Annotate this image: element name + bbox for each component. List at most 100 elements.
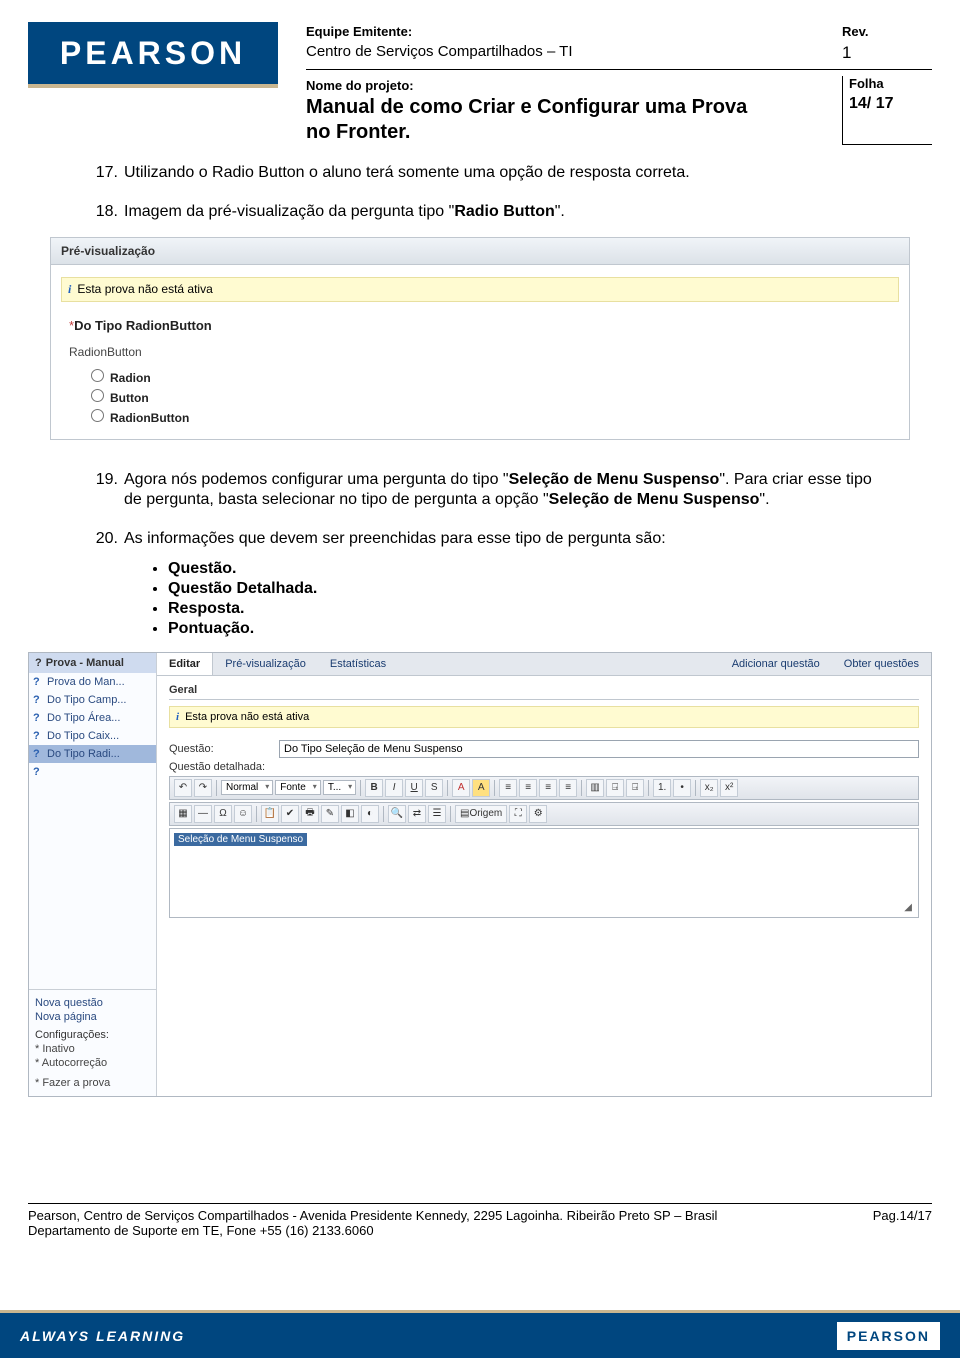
notice-banner: i Esta prova não está ativa <box>169 706 919 728</box>
emoji-icon[interactable]: ☺ <box>234 805 252 823</box>
paste-icon[interactable]: ✔ <box>281 805 299 823</box>
bold-icon[interactable]: B <box>365 779 383 797</box>
footer-page: Pag.14/17 <box>852 1208 932 1223</box>
align-just-icon[interactable]: ≡ <box>559 779 577 797</box>
align-left-icon[interactable]: ≡ <box>499 779 517 797</box>
dropdown-field[interactable]: Seleção de Menu Suspenso <box>174 833 307 846</box>
side-header: ? Prova - Manual <box>29 653 156 673</box>
list-ul-icon[interactable]: • <box>673 779 691 797</box>
pearson-logo-small: PEARSON <box>837 1322 940 1350</box>
format-dropdown[interactable]: Normal <box>221 780 273 795</box>
size-dropdown[interactable]: T... <box>323 780 356 795</box>
bullet-item: Pontuação. <box>168 620 932 638</box>
tab-estat[interactable]: Estatísticas <box>318 653 398 675</box>
item-20-num: 20. <box>88 529 124 550</box>
sidebar-item[interactable]: Do Tipo Caix... <box>29 727 156 745</box>
bgcolor-icon[interactable]: A <box>472 779 490 797</box>
item-18-num: 18. <box>88 202 124 223</box>
sup-icon[interactable]: x² <box>720 779 738 797</box>
spell-icon[interactable]: ✎ <box>321 805 339 823</box>
item-18-text: Imagem da pré-visualização da pergunta t… <box>124 202 932 223</box>
sub-icon[interactable]: x₂ <box>700 779 718 797</box>
info-icon: i <box>68 282 71 297</box>
editor-toolbar-2: ▦ — Ω ☺ 📋 ✔ 🖶 ✎ ◧ ◐ 🔍 ⇄ ☰ ▤ Origem <box>169 802 919 826</box>
paste-icon[interactable]: 📋 <box>261 805 279 823</box>
replace-icon[interactable]: ⇄ <box>408 805 426 823</box>
list-ol-icon[interactable]: 1. <box>653 779 671 797</box>
sidebar-item[interactable]: Prova do Man... <box>29 673 156 691</box>
screenshot-prev: Pré-visualização i Esta prova não está a… <box>50 237 910 440</box>
get-questions-link[interactable]: Obter questões <box>832 653 931 675</box>
symbol-icon[interactable]: Ω <box>214 805 232 823</box>
question-label: Questão: <box>169 743 279 755</box>
info-icon: i <box>176 711 179 723</box>
nova-questao-link[interactable]: Nova questão <box>35 996 150 1010</box>
sidebar-item[interactable]: Do Tipo Radi... <box>29 745 156 763</box>
align-center-icon[interactable]: ≡ <box>519 779 537 797</box>
footer-addr: Pearson, Centro de Serviços Compartilhad… <box>28 1208 852 1223</box>
link-icon[interactable]: ⍈ <box>626 779 644 797</box>
radio-option[interactable]: Button <box>91 387 899 407</box>
media-icon[interactable]: ◐ <box>361 805 379 823</box>
item-19-text: Agora nós podemos configurar uma pergunt… <box>124 470 932 512</box>
always-learning: ALWAYS LEARNING <box>20 1328 185 1344</box>
redo-icon[interactable]: ↷ <box>194 779 212 797</box>
geral-heading: Geral <box>169 684 919 700</box>
help-icon[interactable]: ⚙ <box>529 805 547 823</box>
link-icon[interactable]: ⍈ <box>606 779 624 797</box>
align-right-icon[interactable]: ≡ <box>539 779 557 797</box>
tab-prev[interactable]: Pré-visualização <box>213 653 318 675</box>
item-19-num: 19. <box>88 470 124 512</box>
find-icon[interactable]: 🔍 <box>388 805 406 823</box>
nova-pagina-link[interactable]: Nova página <box>35 1010 150 1024</box>
radio-option[interactable]: Radion <box>91 367 899 387</box>
table-icon[interactable]: ▦ <box>174 805 192 823</box>
underline-icon[interactable]: U <box>405 779 423 797</box>
radio-input[interactable] <box>91 409 104 422</box>
undo-icon[interactable]: ↶ <box>174 779 192 797</box>
fullscreen-icon[interactable]: ⛶ <box>509 805 527 823</box>
fontcolor-icon[interactable]: A <box>452 779 470 797</box>
editor-area[interactable]: Seleção de Menu Suspenso ◢ <box>169 828 919 918</box>
config-link[interactable]: * Inativo <box>35 1042 150 1056</box>
notice-banner: i Esta prova não está ativa <box>61 277 899 302</box>
print-icon[interactable]: 🖶 <box>301 805 319 823</box>
radio-input[interactable] <box>91 369 104 382</box>
bottom-bar: ALWAYS LEARNING PEARSON <box>0 1310 960 1358</box>
source-button[interactable]: ▤ Origem <box>455 805 507 823</box>
hr-icon[interactable]: — <box>194 805 212 823</box>
config-link[interactable]: * Autocorreção <box>35 1056 150 1070</box>
radio-option[interactable]: RadionButton <box>91 407 899 427</box>
question-title: *Do Tipo RadionButton <box>61 314 899 333</box>
sidebar-item[interactable]: Do Tipo Área... <box>29 709 156 727</box>
rev-label: Rev. <box>842 24 932 39</box>
prev-tab: Pré-visualização <box>51 238 909 265</box>
question-input[interactable] <box>279 740 919 758</box>
radio-input[interactable] <box>91 389 104 402</box>
folha-value: 14/ 17 <box>849 91 932 117</box>
add-question-link[interactable]: Adicionar questão <box>720 653 832 675</box>
resize-handle-icon[interactable]: ◢ <box>904 902 912 913</box>
sidebar-item[interactable]: Do Tipo Camp... <box>29 691 156 709</box>
bullet-item: Questão. <box>168 560 932 578</box>
rev-value: 1 <box>842 43 932 63</box>
pearson-logo: PEARSON <box>28 22 278 88</box>
config-label: Configurações: <box>35 1028 150 1042</box>
image-icon[interactable]: ▥ <box>586 779 604 797</box>
tab-editar[interactable]: Editar <box>157 653 213 675</box>
item-17-num: 17. <box>88 163 124 184</box>
notice-text: Esta prova não está ativa <box>185 711 309 723</box>
question-detailed-label: Questão detalhada: <box>169 761 279 773</box>
project-title: Manual de como Criar e Configurar uma Pr… <box>306 95 842 145</box>
screenshot-editor: ? Prova - Manual Prova do Man... Do Tipo… <box>28 652 932 1097</box>
footer-dept: Departamento de Suporte em TE, Fone +55 … <box>28 1223 932 1238</box>
font-dropdown[interactable]: Fonte <box>275 780 321 795</box>
strike-icon[interactable]: S <box>425 779 443 797</box>
editor-toolbar: ↶ ↷ Normal Fonte T... B I U S A A ≡ <box>169 776 919 800</box>
italic-icon[interactable]: I <box>385 779 403 797</box>
color-icon[interactable]: ◧ <box>341 805 359 823</box>
nome-label: Nome do projeto: <box>306 78 842 93</box>
selectall-icon[interactable]: ☰ <box>428 805 446 823</box>
config-link[interactable]: * Fazer a prova <box>35 1076 150 1090</box>
sidebar-item[interactable] <box>29 763 156 769</box>
